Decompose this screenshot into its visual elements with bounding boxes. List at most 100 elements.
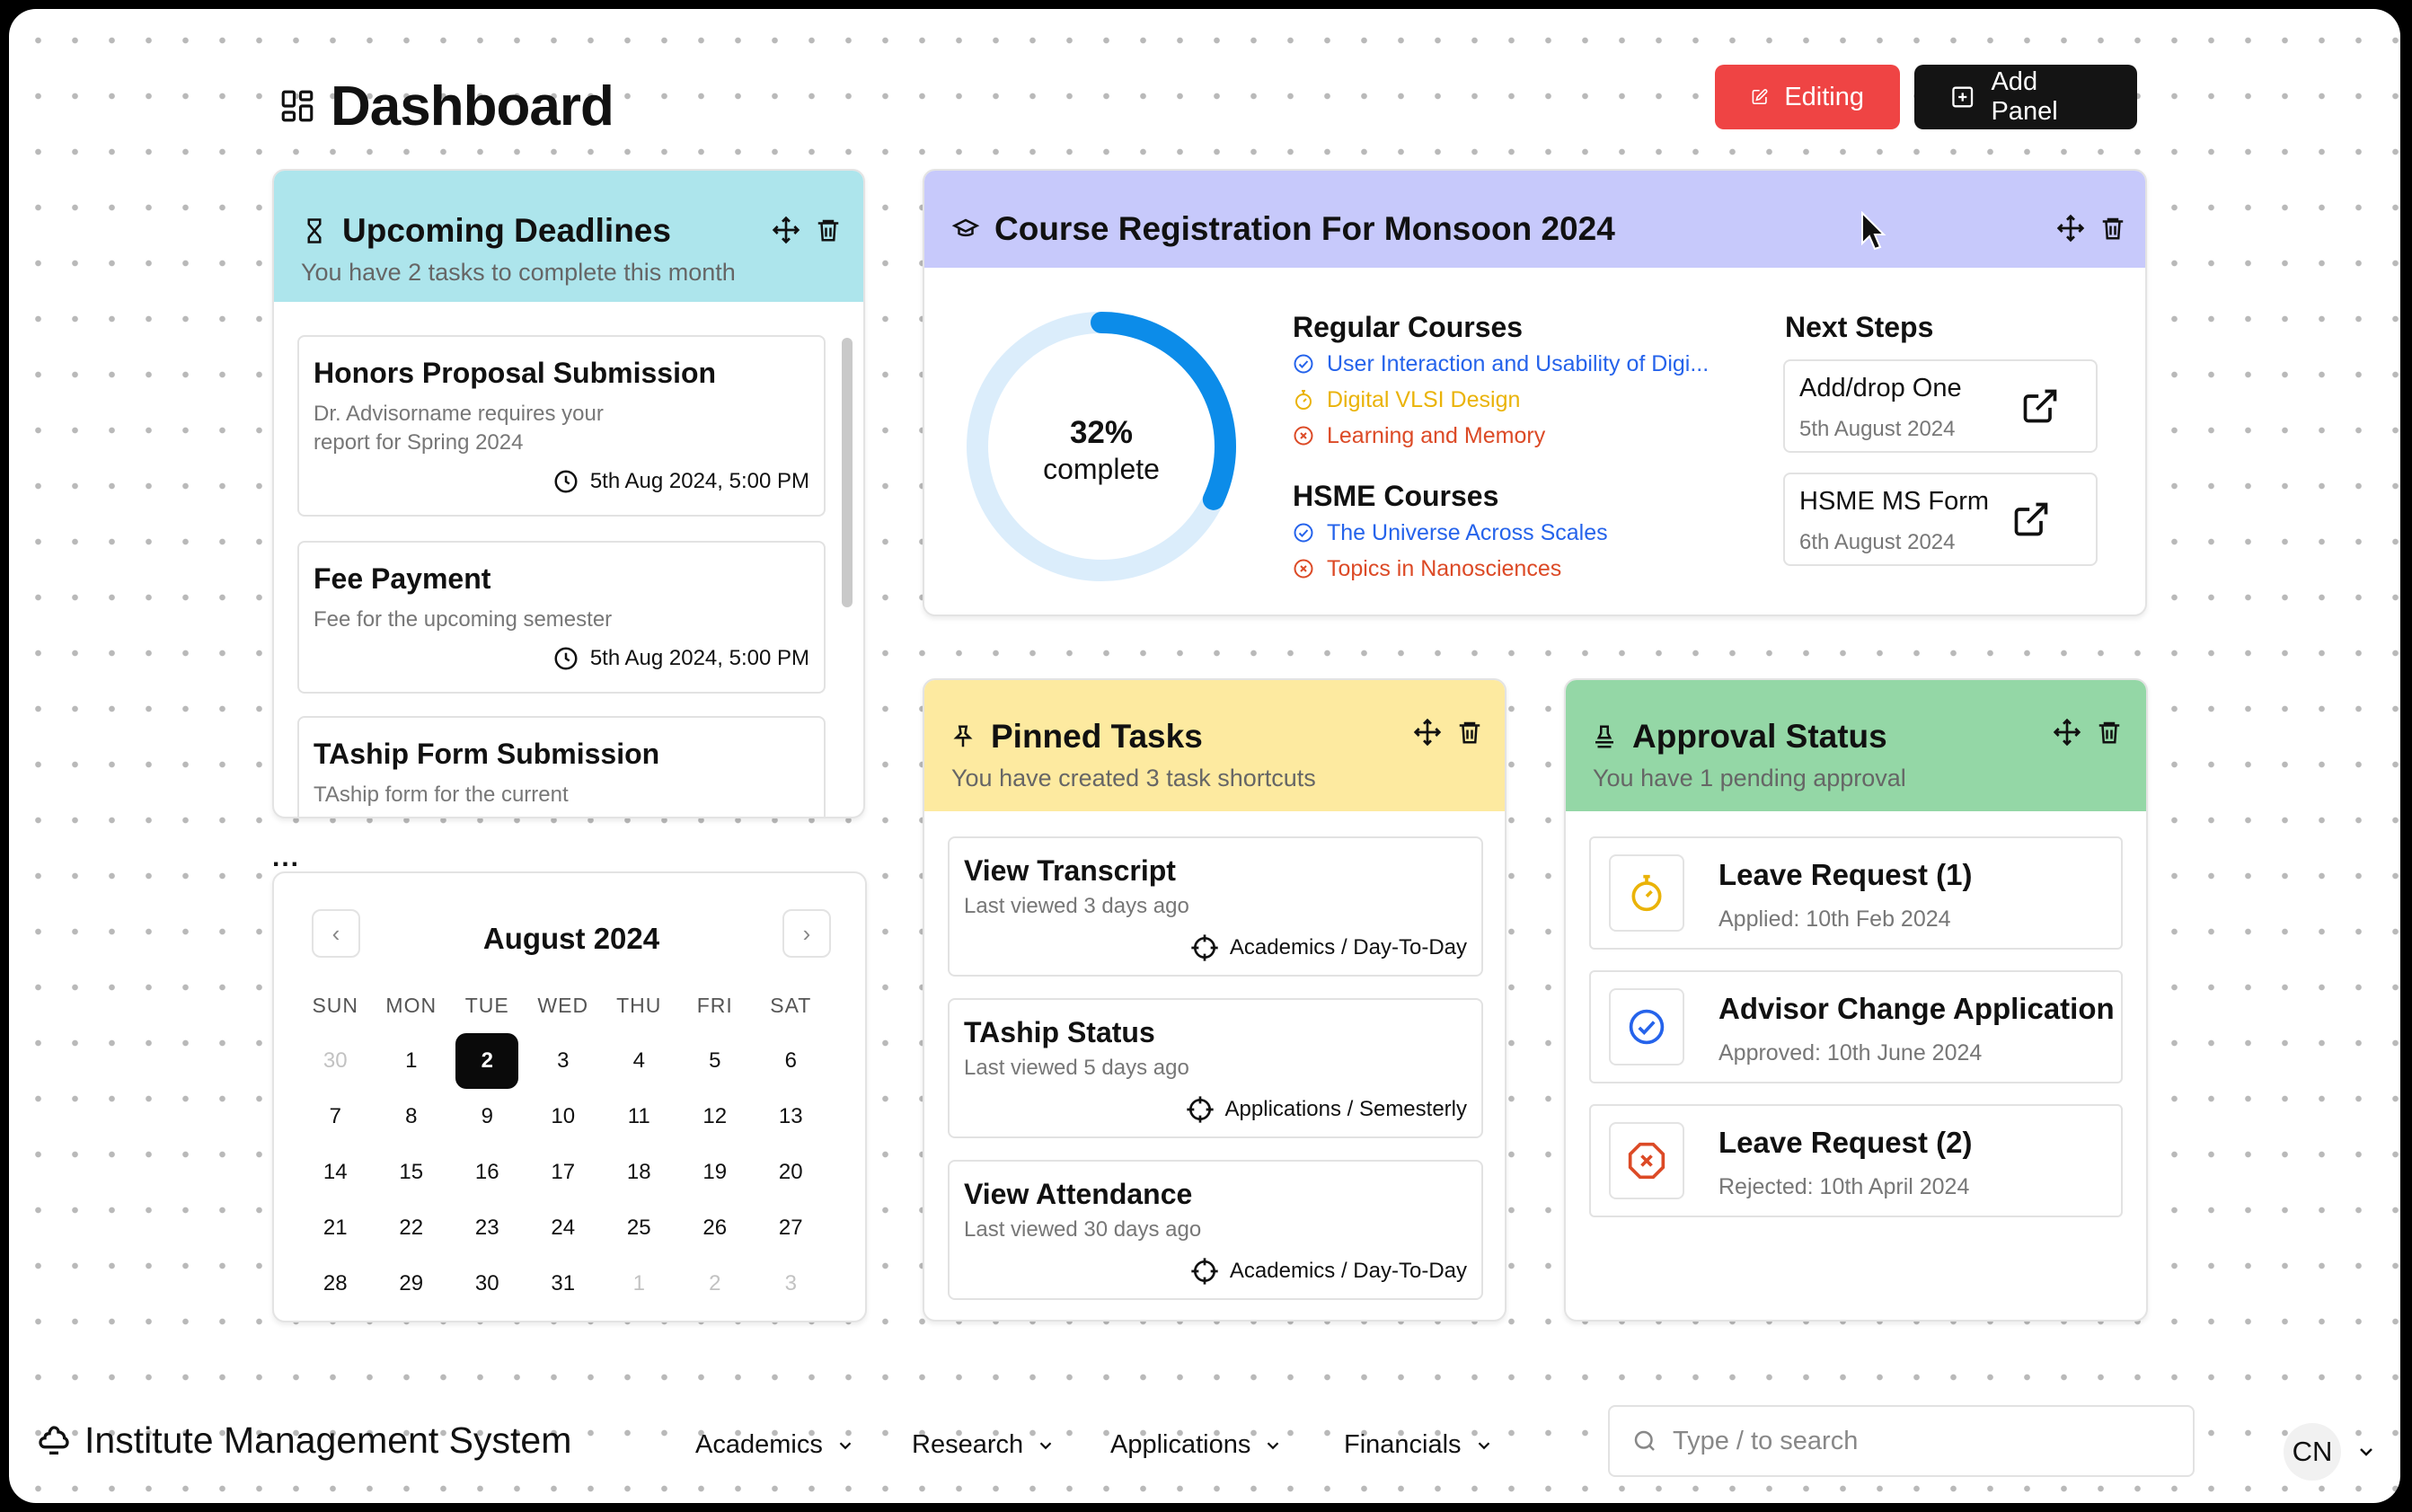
calendar-day[interactable]: 4 <box>601 1048 677 1074</box>
calendar-day-number: 31 <box>551 1271 576 1295</box>
pinned-task-card[interactable]: View Attendance Last viewed 30 days ago Ac… <box>948 1160 1483 1300</box>
pinned-panel: Pinned Tasks You have created 3 task sho… <box>923 678 1506 1322</box>
calendar-week: 21 22 23 24 25 26 27 <box>297 1200 829 1256</box>
calendar-day[interactable]: 3 <box>526 1048 602 1074</box>
app-brand[interactable]: Institute Management System <box>36 1419 571 1462</box>
next-step-card[interactable]: HSME MS Form 6th August 2024 <box>1783 473 2098 566</box>
calendar-day[interactable]: 17 <box>526 1160 602 1185</box>
calendar-day[interactable]: 3 <box>753 1271 829 1296</box>
calendar-day[interactable]: 20 <box>753 1160 829 1185</box>
progress-caption: complete <box>1043 453 1160 485</box>
calendar-day-number: 21 <box>322 1216 348 1240</box>
next-step-card[interactable]: Add/drop One 5th August 2024 <box>1783 359 2098 453</box>
calendar-day[interactable]: 1 <box>601 1271 677 1296</box>
calendar-day[interactable]: 30 <box>449 1271 526 1296</box>
approval-sub: Approved: 10th June 2024 <box>1718 1040 1983 1065</box>
course-name: Topics in Nanosciences <box>1327 555 1562 581</box>
calendar-day-number: 2 <box>709 1271 721 1295</box>
calendar-day[interactable]: 22 <box>374 1216 450 1241</box>
approval-card[interactable]: Advisor Change Application Approved: 10t… <box>1589 970 2123 1083</box>
calendar-day-selected[interactable]: 2 <box>449 1033 526 1089</box>
search-box[interactable] <box>1608 1405 2195 1477</box>
pinned-task-card[interactable]: View Transcript Last viewed 3 days ago Aca… <box>948 836 1483 977</box>
deadlines-subtitle: You have 2 tasks to complete this month <box>301 259 736 286</box>
calendar-day[interactable]: 11 <box>601 1104 677 1129</box>
calendar-day-number: 3 <box>784 1271 797 1295</box>
course-item[interactable]: Digital VLSI Design <box>1293 382 1760 418</box>
pinned-task-category-text: Academics / Day-To-Day <box>1229 1259 1467 1283</box>
deadline-card[interactable]: Honors Proposal Submission Dr. Advisorna… <box>297 335 826 517</box>
external-link-icon[interactable] <box>2020 386 2060 426</box>
calendar-day[interactable]: 26 <box>677 1216 754 1241</box>
calendar-day[interactable]: 1 <box>374 1048 450 1074</box>
approvals-title-row: Approval Status <box>1591 718 1887 756</box>
calendar-day[interactable]: 19 <box>677 1160 754 1185</box>
avatar[interactable]: CN <box>2284 1423 2341 1481</box>
calendar-day[interactable]: 14 <box>297 1160 374 1185</box>
trash-icon[interactable] <box>2099 214 2126 243</box>
calendar-day[interactable]: 27 <box>753 1216 829 1241</box>
pinned-task-card[interactable]: TAship Status Last viewed 5 days ago Appli… <box>948 998 1483 1138</box>
approval-card[interactable]: Leave Request (1) Applied: 10th Feb 2024 <box>1589 836 2123 950</box>
trash-icon[interactable] <box>2096 718 2123 747</box>
course-item[interactable]: User Interaction and Usability of Digi..… <box>1293 346 1760 382</box>
approval-card[interactable]: Leave Request (2) Rejected: 10th April 2… <box>1589 1104 2123 1217</box>
deadline-card[interactable]: TAship Form Submission TAship form for t… <box>297 716 826 817</box>
editing-button[interactable]: Editing <box>1715 65 1900 129</box>
pinned-subtitle: You have created 3 task shortcuts <box>951 765 1316 791</box>
external-link-icon[interactable] <box>2011 500 2051 539</box>
nav-applications[interactable]: Applications <box>1110 1430 1283 1460</box>
deadlines-scrollbar[interactable] <box>842 338 853 607</box>
calendar-day[interactable]: 18 <box>601 1160 677 1185</box>
calendar-day[interactable]: 30 <box>297 1048 374 1074</box>
move-icon[interactable] <box>1413 718 1442 747</box>
calendar-day[interactable]: 31 <box>526 1271 602 1296</box>
course-item[interactable]: Topics in Nanosciences <box>1293 551 1760 587</box>
calendar-day[interactable]: 13 <box>753 1104 829 1129</box>
trash-icon[interactable] <box>1456 718 1483 747</box>
move-icon[interactable] <box>772 216 800 244</box>
calendar-menu-ellipsis[interactable]: ... <box>272 843 300 873</box>
cloud-logo-icon <box>39 1425 69 1455</box>
move-icon[interactable] <box>2056 214 2085 243</box>
calendar-day[interactable]: 5 <box>677 1048 754 1074</box>
chevron-down-icon[interactable] <box>2355 1441 2377 1463</box>
registration-title: Course Registration For Monsoon 2024 <box>994 210 1615 247</box>
calendar-day[interactable]: 6 <box>753 1048 829 1074</box>
calendar-day[interactable]: 2 <box>677 1271 754 1296</box>
calendar-day[interactable]: 10 <box>526 1104 602 1129</box>
calendar-day[interactable]: 12 <box>677 1104 754 1129</box>
deadline-card[interactable]: Fee Payment Fee for the upcoming semeste… <box>297 541 826 694</box>
nav-financials[interactable]: Financials <box>1344 1430 1494 1460</box>
crosshair-icon <box>1191 1258 1218 1285</box>
pinned-title-row: Pinned Tasks <box>950 718 1203 756</box>
calendar-day[interactable]: 21 <box>297 1216 374 1241</box>
calendar-day[interactable]: 23 <box>449 1216 526 1241</box>
calendar-day[interactable]: 16 <box>449 1160 526 1185</box>
approvals-title: Approval Status <box>1632 718 1887 755</box>
course-item[interactable]: The Universe Across Scales <box>1293 515 1760 551</box>
trash-icon[interactable] <box>815 216 842 244</box>
calendar-day[interactable]: 24 <box>526 1216 602 1241</box>
calendar-day[interactable]: 8 <box>374 1104 450 1129</box>
calendar-day[interactable]: 25 <box>601 1216 677 1241</box>
calendar-day-number: 15 <box>399 1160 424 1184</box>
calendar-day[interactable]: 7 <box>297 1104 374 1129</box>
add-panel-button[interactable]: Add Panel <box>1914 65 2137 129</box>
nav-academics[interactable]: Academics <box>695 1430 855 1460</box>
calendar-day[interactable]: 15 <box>374 1160 450 1185</box>
calendar-day[interactable]: 9 <box>449 1104 526 1129</box>
move-icon[interactable] <box>2053 718 2081 747</box>
weekday-label: SAT <box>770 993 812 1017</box>
calendar-day-number: 12 <box>702 1104 728 1128</box>
search-input[interactable] <box>1673 1426 2176 1456</box>
weekday-label: THU <box>616 993 662 1017</box>
deadline-title: Honors Proposal Submission <box>314 357 717 389</box>
plus-square-icon <box>1952 86 1974 108</box>
calendar-day[interactable]: 29 <box>374 1271 450 1296</box>
nav-research[interactable]: Research <box>912 1430 1056 1460</box>
course-item[interactable]: Learning and Memory <box>1293 418 1760 454</box>
calendar-day[interactable]: 28 <box>297 1271 374 1296</box>
pinned-task-title: TAship Status <box>964 1016 1155 1048</box>
calendar-next-button[interactable]: › <box>782 909 831 958</box>
